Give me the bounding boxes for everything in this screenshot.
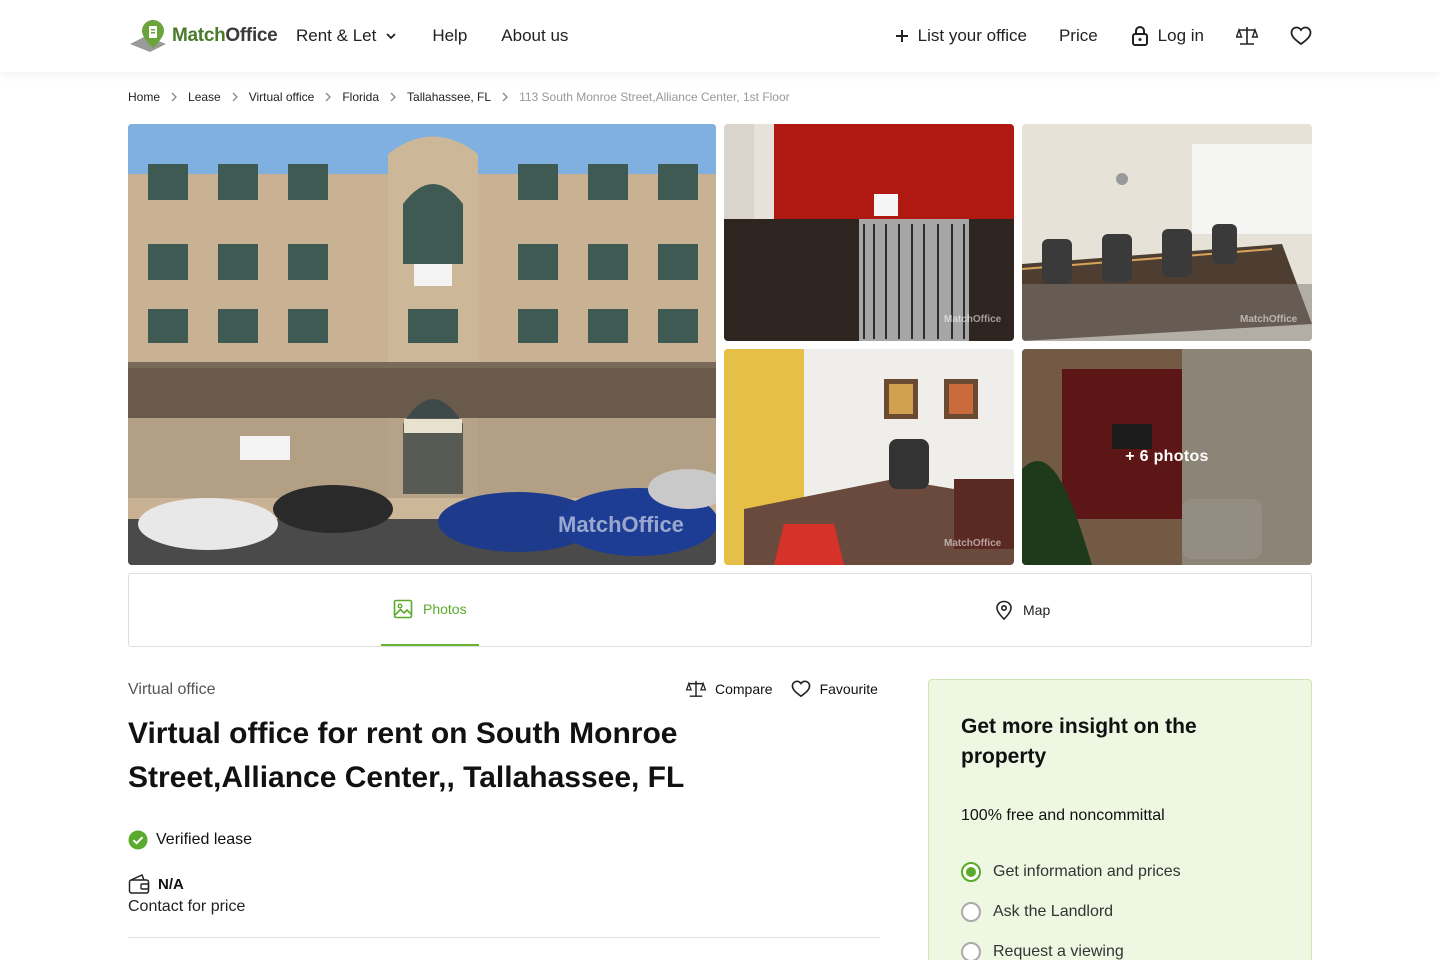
building-facade-image <box>128 124 716 565</box>
site-header: MatchOffice Rent & Let Help About us Lis… <box>0 0 1440 72</box>
option-label: Request a viewing <box>993 943 1124 960</box>
logo-pin-icon <box>130 20 166 52</box>
breadcrumb-current: 113 South Monroe Street,Alliance Center,… <box>519 90 790 104</box>
option-label: Ask the Landlord <box>993 903 1114 920</box>
header-actions: List your office Price Log in <box>862 0 1312 72</box>
price-block: N/A Contact for price <box>128 873 245 916</box>
map-pin-icon <box>996 600 1012 620</box>
private-office-image <box>724 349 1014 565</box>
watermark: MatchOffice <box>558 512 684 537</box>
scale-icon <box>686 680 706 697</box>
photo-reception[interactable]: MatchOffice <box>724 124 1014 341</box>
tab-map[interactable]: Map <box>983 574 1062 646</box>
listing-title: Virtual office for rent on South Monroe … <box>128 717 685 794</box>
option-label: Get information and prices <box>993 863 1181 880</box>
option-request-viewing[interactable]: Request a viewing <box>961 932 1181 960</box>
breadcrumb-florida[interactable]: Florida <box>342 90 379 104</box>
breadcrumb: Home Lease Virtual office Florida Tallah… <box>128 90 790 104</box>
favourites-header-button[interactable] <box>1290 25 1312 47</box>
option-ask-landlord[interactable]: Ask the Landlord <box>961 892 1181 932</box>
chevron-right-icon <box>170 92 178 102</box>
photo-meeting-room[interactable]: MatchOffice <box>1022 124 1312 341</box>
price-note: Contact for price <box>128 898 246 915</box>
insight-card: Get more insight on the property 100% fr… <box>928 679 1312 960</box>
heart-icon <box>791 680 810 698</box>
more-photos-overlay[interactable]: + 6 photos <box>1022 349 1312 565</box>
login-label: Log in <box>1157 26 1204 45</box>
radio-unchecked-icon[interactable] <box>961 902 981 922</box>
breadcrumb-virtual-office[interactable]: Virtual office <box>249 90 315 104</box>
chevron-down-icon <box>386 33 396 40</box>
compare-header-button[interactable] <box>1236 25 1258 47</box>
section-divider <box>128 937 880 938</box>
list-office-button[interactable]: List your office <box>894 26 1027 46</box>
scale-icon <box>1236 27 1258 45</box>
chevron-right-icon <box>389 92 397 102</box>
compare-label: Compare <box>715 681 773 697</box>
watermark: MatchOffice <box>944 538 1002 549</box>
verified-label: Verified lease <box>156 831 253 848</box>
main-nav: Rent & Let Help About us <box>296 0 602 72</box>
listing-type: Virtual office <box>128 681 216 698</box>
list-office-label: List your office <box>917 26 1027 45</box>
watermark: MatchOffice <box>1240 314 1298 325</box>
logo-text-match: Match <box>172 25 226 46</box>
tab-map-label: Map <box>1023 602 1051 618</box>
breadcrumb-home[interactable]: Home <box>128 90 160 104</box>
check-circle-icon <box>128 830 148 850</box>
logo-text: MatchOffice <box>172 25 278 47</box>
chevron-right-icon <box>501 92 509 102</box>
meeting-room-image <box>1022 124 1312 341</box>
plus-icon <box>895 30 908 42</box>
chevron-right-icon <box>231 92 239 102</box>
favourite-label: Favourite <box>819 681 878 697</box>
radio-checked-icon[interactable] <box>961 862 981 882</box>
breadcrumb-tallahassee[interactable]: Tallahassee, FL <box>407 90 491 104</box>
chevron-right-icon <box>324 92 332 102</box>
insight-card-subtitle: 100% free and noncommittal <box>961 807 1165 824</box>
nav-rent-let[interactable]: Rent & Let <box>296 26 398 46</box>
matchoffice-logo[interactable]: MatchOffice <box>128 18 278 54</box>
inquiry-options: Get information and prices Ask the Landl… <box>961 852 1181 960</box>
photo-main-building[interactable]: MatchOffice <box>128 124 716 565</box>
listing-actions: Compare Favourite <box>686 680 878 698</box>
nav-help[interactable]: Help <box>432 26 467 46</box>
tab-photos-label: Photos <box>423 601 467 617</box>
breadcrumb-lease[interactable]: Lease <box>188 90 221 104</box>
reception-image <box>724 124 1014 341</box>
media-tabs: Photos Map <box>128 573 1312 647</box>
tab-photos[interactable]: Photos <box>381 574 479 646</box>
favourite-button[interactable]: Favourite <box>791 680 878 698</box>
compare-button[interactable]: Compare <box>686 680 773 698</box>
radio-unchecked-icon[interactable] <box>961 942 981 960</box>
photo-gallery: MatchOffice MatchOffice MatchOffice Matc… <box>128 124 1312 565</box>
insight-card-title: Get more insight on the property <box>961 715 1197 768</box>
option-get-information[interactable]: Get information and prices <box>961 852 1181 892</box>
watermark: MatchOffice <box>944 314 1002 325</box>
nav-rent-let-label: Rent & Let <box>296 26 377 45</box>
photo-private-office[interactable]: MatchOffice <box>724 349 1014 565</box>
login-button[interactable]: Log in <box>1130 25 1204 47</box>
photo-more[interactable]: + 6 photos <box>1022 349 1312 565</box>
nav-about[interactable]: About us <box>501 26 568 46</box>
image-icon <box>393 599 413 619</box>
wallet-icon <box>128 873 150 894</box>
logo-text-office: Office <box>225 25 278 46</box>
price-value: N/A <box>158 875 184 893</box>
verified-badge: Verified lease <box>128 830 252 850</box>
heart-icon <box>1290 26 1312 46</box>
lock-icon <box>1131 25 1148 46</box>
nav-price[interactable]: Price <box>1059 26 1098 46</box>
